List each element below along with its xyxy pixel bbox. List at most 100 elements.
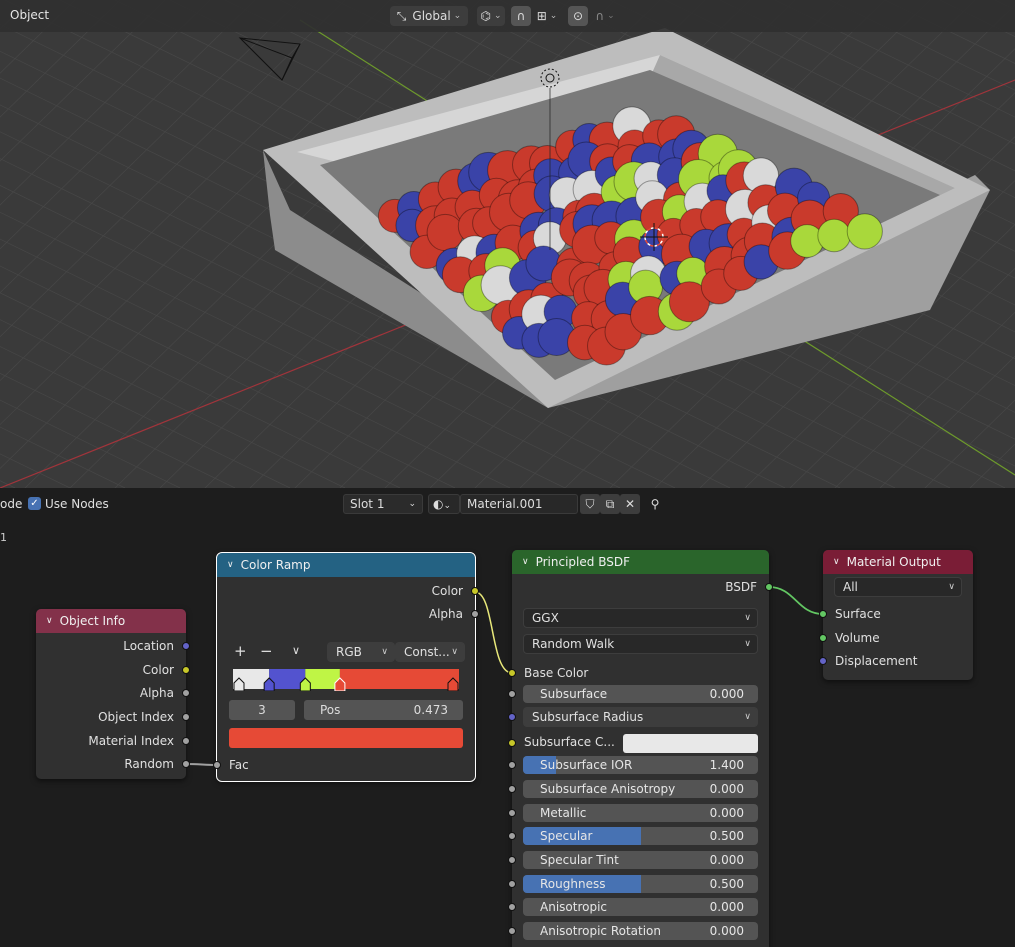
socket-location[interactable] bbox=[182, 642, 190, 650]
active-stop-index[interactable]: 3 bbox=[229, 700, 295, 720]
ramp-specials-menu[interactable]: ∨ bbox=[292, 644, 300, 657]
output-random: Random bbox=[124, 757, 174, 771]
chevron-down-icon: ∨ bbox=[744, 712, 751, 722]
fake-user-button[interactable]: ⛉ bbox=[580, 494, 600, 514]
color-ramp-node[interactable]: ∨ Color Ramp Color Alpha + − ∨ RGB ∨ Cons… bbox=[213, 552, 479, 782]
interpolation-dropdown[interactable]: Const... ∨ bbox=[395, 642, 465, 662]
grid-line bbox=[994, 0, 1015, 11]
duplicate-material-button[interactable]: ⧉ bbox=[600, 494, 620, 514]
socket-subsurface-color[interactable] bbox=[508, 739, 516, 747]
material-output-node[interactable]: ∨ Material Output All ∨ Surface Volume Di… bbox=[819, 550, 973, 680]
subsurface-color-swatch[interactable] bbox=[623, 734, 758, 753]
socket-alpha-out[interactable] bbox=[471, 610, 479, 618]
pin-button[interactable]: ⚲ bbox=[645, 494, 665, 514]
add-stop-button[interactable]: + bbox=[234, 642, 247, 660]
viewport-scene[interactable] bbox=[0, 0, 1015, 488]
specular-tint-slider[interactable]: Specular Tint 0.000 bbox=[523, 851, 758, 869]
link-color-basecolor bbox=[474, 591, 513, 674]
stop-position-field[interactable]: Pos 0.473 bbox=[304, 700, 463, 720]
ball bbox=[846, 213, 883, 250]
camera-icon[interactable] bbox=[238, 37, 301, 81]
socket-subsurface-anisotropy[interactable] bbox=[508, 785, 516, 793]
socket-volume[interactable] bbox=[819, 634, 827, 642]
copy-icon: ⧉ bbox=[605, 497, 615, 511]
specular-slider[interactable]: Specular 0.500 bbox=[523, 827, 758, 845]
material-name-field[interactable]: Material.001 bbox=[460, 494, 578, 514]
object-menu[interactable]: Object bbox=[10, 8, 49, 22]
socket-anisotropic[interactable] bbox=[508, 903, 516, 911]
socket-material-index[interactable] bbox=[182, 737, 190, 745]
editor-mode-label[interactable]: ode bbox=[0, 497, 22, 511]
roughness-slider[interactable]: Roughness 0.500 bbox=[523, 875, 758, 893]
use-nodes-checkbox[interactable]: ✓ bbox=[28, 497, 41, 510]
ramp-svg[interactable] bbox=[233, 669, 459, 692]
chevron-down-icon: ⌄ bbox=[408, 499, 416, 509]
slot-dropdown[interactable]: Slot 1 ⌄ bbox=[343, 494, 423, 514]
socket-color[interactable] bbox=[182, 666, 190, 674]
grid-line bbox=[0, 372, 236, 488]
unlink-material-button[interactable]: ✕ bbox=[620, 494, 640, 514]
transform-orientation-dropdown[interactable]: ⤡ Global ⌄ bbox=[390, 6, 468, 26]
color-ramp-gradient[interactable] bbox=[233, 669, 459, 692]
proportional-editing-toggle[interactable]: ⊙ bbox=[568, 6, 588, 26]
snap-toggle[interactable]: ∩ bbox=[511, 6, 531, 26]
subsurface-ior-slider[interactable]: Subsurface IOR 1.400 bbox=[523, 756, 758, 774]
socket-base-color[interactable] bbox=[508, 669, 516, 677]
node-title: Material Output bbox=[846, 555, 941, 569]
socket-surface[interactable] bbox=[819, 610, 827, 618]
remove-stop-button[interactable]: − bbox=[260, 642, 273, 660]
socket-alpha[interactable] bbox=[182, 689, 190, 697]
socket-specular-tint[interactable] bbox=[508, 856, 516, 864]
socket-subsurface-radius[interactable] bbox=[508, 713, 516, 721]
color-mode-dropdown[interactable]: RGB ∨ bbox=[327, 642, 395, 662]
socket-fac-in[interactable] bbox=[213, 761, 221, 769]
socket-random[interactable] bbox=[182, 760, 190, 768]
output-alpha: Alpha bbox=[428, 607, 463, 621]
subsurface-anisotropy-slider[interactable]: Subsurface Anisotropy 0.000 bbox=[523, 780, 758, 798]
3d-viewport[interactable]: Object ⤡ Global ⌄ ⌬ ⌄ ∩ ⊞ ⌄ ⊙ ∩ ⌄ bbox=[0, 0, 1015, 488]
principled-bsdf-node[interactable]: ∨ Principled BSDF BSDF GGX ∨ Random Walk ∨… bbox=[508, 550, 773, 947]
node-editor-header: ode ✓ Use Nodes Slot 1 ⌄ ◐⌄ Material.001… bbox=[0, 488, 1015, 520]
collapse-chevron-icon[interactable]: ∨ bbox=[227, 553, 234, 577]
principled-bsdf-header[interactable]: ∨ Principled BSDF bbox=[512, 550, 769, 574]
subsurface-radius-dropdown[interactable]: Subsurface Radius ∨ bbox=[523, 707, 758, 727]
socket-roughness[interactable] bbox=[508, 880, 516, 888]
pos-label: Pos bbox=[320, 703, 341, 717]
subsurface-method-dropdown[interactable]: Random Walk ∨ bbox=[523, 634, 758, 654]
interpolation-label: Const... bbox=[404, 645, 450, 659]
socket-metallic[interactable] bbox=[508, 809, 516, 817]
falloff-dropdown[interactable]: ∩ ⌄ bbox=[590, 6, 620, 26]
object-info-header[interactable]: ∨ Object Info bbox=[36, 609, 186, 633]
socket-subsurface-ior[interactable] bbox=[508, 761, 516, 769]
snap-target-dropdown[interactable]: ⊞ ⌄ bbox=[532, 6, 562, 26]
socket-object-index[interactable] bbox=[182, 713, 190, 721]
anisotropic-slider[interactable]: Anisotropic 0.000 bbox=[523, 898, 758, 916]
output-object-index: Object Index bbox=[98, 710, 174, 724]
socket-anisotropic-rotation[interactable] bbox=[508, 927, 516, 935]
object-info-node[interactable]: ∨ Object Info Location Color Alpha Objec… bbox=[36, 609, 190, 779]
shader-node-editor[interactable]: ode ✓ Use Nodes Slot 1 ⌄ ◐⌄ Material.001… bbox=[0, 488, 1015, 947]
orientation-label: Global bbox=[412, 9, 451, 23]
active-stop-color-swatch[interactable] bbox=[229, 728, 463, 748]
socket-bsdf-out[interactable] bbox=[765, 583, 773, 591]
collapse-chevron-icon[interactable]: ∨ bbox=[522, 550, 529, 574]
socket-displacement[interactable] bbox=[819, 657, 827, 665]
socket-subsurface[interactable] bbox=[508, 690, 516, 698]
pin-icon: ⚲ bbox=[650, 497, 660, 511]
subsurface-slider[interactable]: Subsurface 0.000 bbox=[523, 685, 758, 703]
metallic-slider[interactable]: Metallic 0.000 bbox=[523, 804, 758, 822]
distribution-dropdown[interactable]: GGX ∨ bbox=[523, 608, 758, 628]
socket-specular[interactable] bbox=[508, 832, 516, 840]
pivot-point-dropdown[interactable]: ⌬ ⌄ bbox=[477, 6, 505, 26]
socket-color-out[interactable] bbox=[471, 587, 479, 595]
anisotropic-rotation-slider[interactable]: Anisotropic Rotation 0.000 bbox=[523, 922, 758, 940]
collapse-chevron-icon[interactable]: ∨ bbox=[833, 550, 840, 574]
ball bbox=[817, 218, 851, 253]
render-target-dropdown[interactable]: All ∨ bbox=[834, 577, 962, 597]
slot-label: Slot 1 bbox=[350, 497, 385, 511]
color-ramp-header[interactable]: ∨ Color Ramp bbox=[217, 553, 475, 577]
chevron-down-icon: ⌄ bbox=[607, 11, 615, 21]
material-output-header[interactable]: ∨ Material Output bbox=[823, 550, 973, 574]
collapse-chevron-icon[interactable]: ∨ bbox=[46, 609, 53, 633]
browse-material-button[interactable]: ◐⌄ bbox=[428, 494, 460, 514]
